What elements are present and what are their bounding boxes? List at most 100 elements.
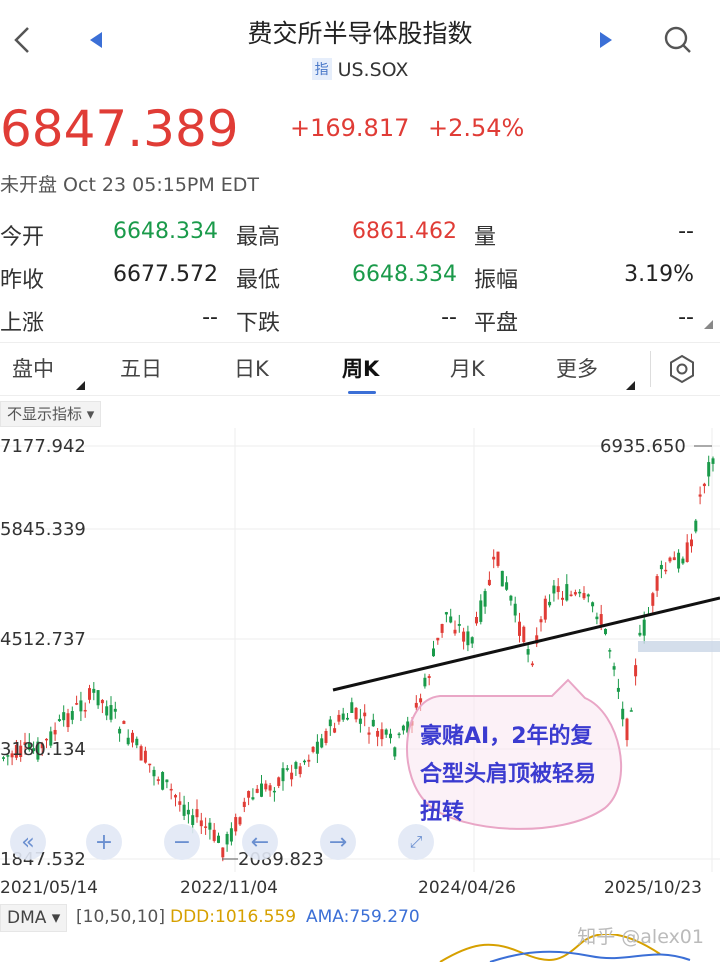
scroll-left-fast-icon[interactable]: « — [10, 824, 46, 860]
candle-body — [294, 762, 298, 769]
candle-body — [423, 677, 427, 687]
scroll-left-icon[interactable]: ← — [242, 824, 278, 860]
candle-body — [578, 591, 582, 594]
candle-body — [169, 788, 173, 791]
candle-body — [384, 729, 388, 735]
candle-body — [659, 564, 663, 570]
candle-body — [677, 552, 681, 569]
candle-body — [453, 629, 457, 634]
candle-body — [66, 713, 70, 728]
candle-body — [698, 494, 702, 497]
candle-body — [303, 760, 306, 763]
candle-body — [131, 732, 134, 743]
candle-body — [556, 586, 560, 593]
stat-label: 最高 — [236, 225, 281, 250]
candle-body — [204, 826, 208, 828]
candlestick-chart[interactable] — [0, 428, 720, 872]
candle-body — [182, 804, 186, 816]
candle-body — [311, 746, 315, 752]
x-tick-label: 2025/10/23 — [604, 878, 702, 898]
search-icon[interactable] — [658, 20, 698, 60]
zoom-out-icon[interactable]: − — [164, 824, 200, 860]
ddd-value: DDD:1016.559 — [170, 907, 297, 927]
candle-body — [277, 777, 281, 786]
indicator-toggle-button[interactable]: 不显示指标 ▾ — [0, 401, 102, 427]
candle-body — [320, 738, 324, 748]
tab-intraday[interactable]: 盘中 — [12, 353, 54, 383]
candle-body — [543, 598, 547, 620]
tab-weekly-k[interactable]: 周K — [342, 353, 379, 383]
candle-body — [466, 631, 470, 646]
price-change-percent: +2.54% — [428, 114, 525, 142]
candle-body — [371, 719, 375, 727]
y-tick-label: 7177.942 — [0, 436, 86, 457]
candle-body — [651, 593, 655, 606]
candle-body — [625, 718, 629, 741]
candle-body — [324, 730, 328, 743]
expand-corner-icon[interactable] — [704, 320, 713, 329]
candle-body — [96, 690, 100, 706]
settings-hexagon-icon[interactable] — [666, 353, 698, 389]
candle-body — [530, 663, 534, 666]
candle-body — [346, 717, 349, 720]
next-stock-icon[interactable] — [586, 20, 626, 60]
candle-body — [212, 829, 216, 841]
candle-body — [505, 582, 509, 590]
candle-body — [281, 768, 285, 782]
indicator-select[interactable]: DMA ▾ — [0, 904, 68, 932]
candle-body — [457, 623, 461, 626]
candle-body — [272, 790, 276, 793]
candle-body — [548, 601, 552, 606]
candle-body — [444, 612, 448, 615]
index-tag: 指 — [311, 58, 332, 80]
candle-body — [229, 828, 233, 842]
candle-body — [561, 597, 564, 600]
candle-body — [156, 779, 160, 781]
candle-body — [122, 721, 126, 724]
tab-more[interactable]: 更多 — [556, 353, 598, 383]
candle-body — [500, 570, 504, 587]
scroll-right-icon[interactable]: → — [320, 824, 356, 860]
candle-body — [315, 741, 319, 754]
candle-body — [591, 602, 595, 607]
y-tick-label: 5845.339 — [0, 519, 86, 540]
stat-value: 6861.462 — [352, 219, 457, 244]
candle-body — [174, 795, 177, 798]
candle-body — [328, 719, 332, 727]
candle-body — [57, 719, 61, 722]
stat-label: 上涨 — [0, 311, 45, 336]
candle-body — [53, 729, 57, 735]
candle-body — [414, 702, 418, 708]
candle-body — [707, 462, 711, 477]
candle-body — [242, 801, 246, 807]
stat-label: 今开 — [0, 225, 45, 250]
candle-body — [432, 648, 435, 657]
candle-body — [341, 713, 345, 720]
tab-monthly-k[interactable]: 月K — [450, 353, 485, 383]
ama-value: AMA:759.270 — [306, 907, 420, 927]
candle-body — [621, 708, 625, 720]
candle-body — [638, 632, 642, 636]
candle-body — [479, 600, 483, 622]
candle-body — [565, 584, 569, 601]
tab-five-day[interactable]: 五日 — [120, 353, 162, 383]
x-tick-label: 2021/05/14 — [0, 878, 98, 898]
candle-body — [513, 603, 517, 616]
price-change: +169.817 — [290, 114, 410, 142]
candle-body — [595, 616, 599, 620]
stat-label: 振幅 — [474, 268, 519, 293]
symbol-line: 指 US.SOX — [0, 58, 720, 81]
candle-body — [148, 763, 152, 766]
candle-body — [217, 835, 220, 843]
stat-label: 最低 — [236, 268, 281, 293]
candle-body — [496, 551, 500, 566]
x-tick-label: 2022/11/04 — [180, 878, 278, 898]
candle-body — [307, 759, 311, 762]
stat-value: 6648.334 — [352, 262, 457, 287]
candle-body — [126, 737, 130, 745]
candle-body — [268, 785, 272, 791]
candle-body — [427, 676, 431, 678]
candle-body — [629, 710, 633, 712]
tab-daily-k[interactable]: 日K — [234, 353, 269, 383]
zoom-in-icon[interactable]: + — [86, 824, 122, 860]
